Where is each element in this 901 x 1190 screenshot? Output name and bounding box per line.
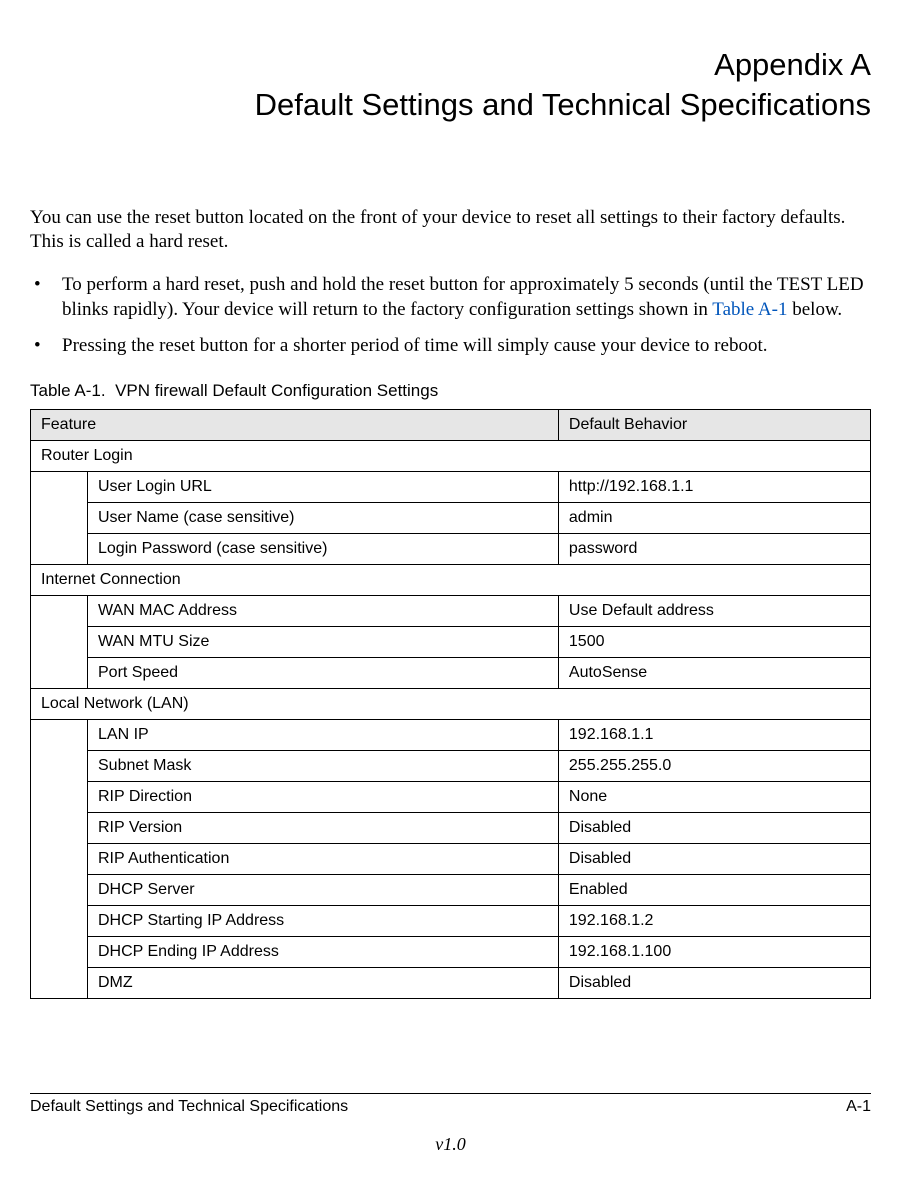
footer-left: Default Settings and Technical Specifica… [30, 1098, 348, 1116]
row-spacer [31, 937, 88, 968]
row-spacer [31, 751, 88, 782]
row-feature: RIP Authentication [88, 844, 559, 875]
appendix-line1: Appendix A [714, 47, 871, 82]
page-title: Appendix A Default Settings and Technica… [30, 45, 871, 126]
table-reference-link[interactable]: Table A-1 [712, 299, 787, 320]
table-row: DMZ Disabled [31, 968, 871, 999]
row-spacer [31, 472, 88, 503]
appendix-line2: Default Settings and Technical Specifica… [255, 87, 871, 122]
section-title: Router Login [31, 441, 871, 472]
table-row: RIP Direction None [31, 782, 871, 813]
footer-version: v1.0 [30, 1134, 871, 1155]
row-feature: RIP Version [88, 813, 559, 844]
row-spacer [31, 627, 88, 658]
header-feature: Feature [31, 410, 559, 441]
list-item: • Pressing the reset button for a shorte… [30, 334, 871, 359]
row-feature: User Login URL [88, 472, 559, 503]
table-row: RIP Version Disabled [31, 813, 871, 844]
settings-table: Feature Default Behavior Router Login Us… [30, 409, 871, 999]
row-value: 192.168.1.2 [558, 906, 870, 937]
header-behavior: Default Behavior [558, 410, 870, 441]
row-value: password [558, 534, 870, 565]
row-spacer [31, 596, 88, 627]
row-value: None [558, 782, 870, 813]
row-value: 255.255.255.0 [558, 751, 870, 782]
bullet-dot: • [30, 273, 62, 322]
table-row: User Login URL http://192.168.1.1 [31, 472, 871, 503]
row-value: Disabled [558, 968, 870, 999]
table-row: RIP Authentication Disabled [31, 844, 871, 875]
table-caption: Table A-1. VPN firewall Default Configur… [30, 381, 871, 401]
row-spacer [31, 658, 88, 689]
row-feature: DHCP Ending IP Address [88, 937, 559, 968]
row-feature: RIP Direction [88, 782, 559, 813]
table-section-row: Router Login [31, 441, 871, 472]
row-value: Use Default address [558, 596, 870, 627]
table-section-row: Local Network (LAN) [31, 689, 871, 720]
row-feature: Subnet Mask [88, 751, 559, 782]
section-title: Local Network (LAN) [31, 689, 871, 720]
table-row: User Name (case sensitive) admin [31, 503, 871, 534]
table-row: LAN IP 192.168.1.1 [31, 720, 871, 751]
row-spacer [31, 534, 88, 565]
row-spacer [31, 844, 88, 875]
row-value: 1500 [558, 627, 870, 658]
row-feature: DMZ [88, 968, 559, 999]
row-value: 192.168.1.100 [558, 937, 870, 968]
table-row: Port Speed AutoSense [31, 658, 871, 689]
bullet-text: To perform a hard reset, push and hold t… [62, 273, 871, 322]
table-row: DHCP Starting IP Address 192.168.1.2 [31, 906, 871, 937]
row-value: http://192.168.1.1 [558, 472, 870, 503]
row-spacer [31, 968, 88, 999]
row-value: Disabled [558, 813, 870, 844]
table-row: DHCP Ending IP Address 192.168.1.100 [31, 937, 871, 968]
bullet-list: • To perform a hard reset, push and hold… [30, 273, 871, 359]
row-feature: DHCP Server [88, 875, 559, 906]
row-value: admin [558, 503, 870, 534]
page-footer: Default Settings and Technical Specifica… [30, 1093, 871, 1155]
row-feature: WAN MAC Address [88, 596, 559, 627]
row-value: Enabled [558, 875, 870, 906]
row-feature: WAN MTU Size [88, 627, 559, 658]
row-value: 192.168.1.1 [558, 720, 870, 751]
row-feature: DHCP Starting IP Address [88, 906, 559, 937]
bullet-text: Pressing the reset button for a shorter … [62, 334, 767, 359]
table-row: WAN MTU Size 1500 [31, 627, 871, 658]
list-item: • To perform a hard reset, push and hold… [30, 273, 871, 322]
table-row: Subnet Mask 255.255.255.0 [31, 751, 871, 782]
row-spacer [31, 906, 88, 937]
row-feature: User Name (case sensitive) [88, 503, 559, 534]
row-feature: Login Password (case sensitive) [88, 534, 559, 565]
row-feature: Port Speed [88, 658, 559, 689]
intro-paragraph: You can use the reset button located on … [30, 206, 871, 255]
row-spacer [31, 782, 88, 813]
footer-right: A-1 [846, 1098, 871, 1116]
bullet-dot: • [30, 334, 62, 359]
row-spacer [31, 720, 88, 751]
row-value: AutoSense [558, 658, 870, 689]
row-spacer [31, 813, 88, 844]
row-value: Disabled [558, 844, 870, 875]
table-row: DHCP Server Enabled [31, 875, 871, 906]
table-row: WAN MAC Address Use Default address [31, 596, 871, 627]
table-header-row: Feature Default Behavior [31, 410, 871, 441]
table-row: Login Password (case sensitive) password [31, 534, 871, 565]
row-spacer [31, 875, 88, 906]
row-spacer [31, 503, 88, 534]
table-section-row: Internet Connection [31, 565, 871, 596]
row-feature: LAN IP [88, 720, 559, 751]
section-title: Internet Connection [31, 565, 871, 596]
